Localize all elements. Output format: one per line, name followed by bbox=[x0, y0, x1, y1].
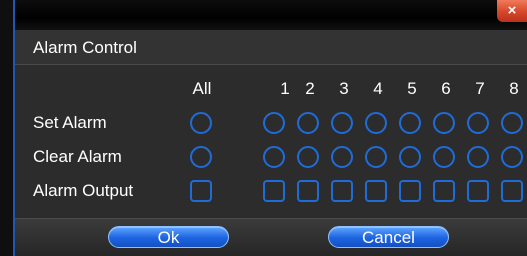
alarm-output-all-checkbox[interactable] bbox=[190, 180, 212, 202]
set-alarm-ch7-radio[interactable] bbox=[467, 112, 489, 134]
clear-alarm-ch2-radio[interactable] bbox=[297, 146, 319, 168]
alarm-output-ch7-checkbox[interactable] bbox=[467, 180, 489, 202]
clear-alarm-ch1-radio[interactable] bbox=[263, 146, 285, 168]
column-header-all: All bbox=[192, 79, 212, 98]
clear-alarm-ch5-radio[interactable] bbox=[399, 146, 421, 168]
clear-alarm-ch6-radio[interactable] bbox=[433, 146, 455, 168]
background-window-edge bbox=[0, 0, 15, 256]
alarm-grid: All 1 2 3 4 5 6 7 8 Set Alarm Clear Alar… bbox=[15, 65, 527, 219]
column-header-6: 6 bbox=[441, 79, 451, 98]
row-label-set-alarm: Set Alarm bbox=[33, 113, 107, 132]
set-alarm-all-radio[interactable] bbox=[190, 112, 212, 134]
clear-alarm-ch3-radio[interactable] bbox=[331, 146, 353, 168]
row-label-clear-alarm: Clear Alarm bbox=[33, 147, 122, 166]
alarm-output-ch3-checkbox[interactable] bbox=[331, 180, 353, 202]
clear-alarm-ch7-radio[interactable] bbox=[467, 146, 489, 168]
dialog-header: Alarm Control bbox=[15, 30, 527, 65]
close-button[interactable]: × bbox=[497, 0, 527, 22]
alarm-output-ch2-checkbox[interactable] bbox=[297, 180, 319, 202]
cancel-button[interactable]: Cancel bbox=[328, 226, 449, 248]
ok-button[interactable]: Ok bbox=[108, 226, 229, 248]
column-header-3: 3 bbox=[339, 79, 349, 98]
column-header-4: 4 bbox=[373, 79, 383, 98]
set-alarm-ch5-radio[interactable] bbox=[399, 112, 421, 134]
set-alarm-ch2-radio[interactable] bbox=[297, 112, 319, 134]
row-label-alarm-output: Alarm Output bbox=[33, 181, 134, 200]
set-alarm-ch6-radio[interactable] bbox=[433, 112, 455, 134]
set-alarm-ch4-radio[interactable] bbox=[365, 112, 387, 134]
clear-alarm-ch4-radio[interactable] bbox=[365, 146, 387, 168]
alarm-output-ch8-checkbox[interactable] bbox=[501, 180, 523, 202]
alarm-output-ch6-checkbox[interactable] bbox=[433, 180, 455, 202]
clear-alarm-ch8-radio[interactable] bbox=[501, 146, 523, 168]
close-icon: × bbox=[507, 2, 517, 19]
column-header-8: 8 bbox=[509, 79, 519, 98]
alarm-output-ch4-checkbox[interactable] bbox=[365, 180, 387, 202]
column-header-2: 2 bbox=[305, 79, 315, 98]
column-header-1: 1 bbox=[280, 79, 290, 98]
alarm-output-ch1-checkbox[interactable] bbox=[263, 180, 285, 202]
alarm-control-dialog: × Alarm Control All 1 2 3 4 5 6 7 8 Set … bbox=[15, 0, 527, 256]
dialog-titlebar: × bbox=[15, 0, 527, 31]
alarm-output-ch5-checkbox[interactable] bbox=[399, 180, 421, 202]
column-header-7: 7 bbox=[475, 79, 485, 98]
set-alarm-ch3-radio[interactable] bbox=[331, 112, 353, 134]
set-alarm-ch1-radio[interactable] bbox=[263, 112, 285, 134]
column-header-5: 5 bbox=[407, 79, 417, 98]
set-alarm-ch8-radio[interactable] bbox=[501, 112, 523, 134]
dialog-title: Alarm Control bbox=[33, 38, 137, 57]
clear-alarm-all-radio[interactable] bbox=[190, 146, 212, 168]
dialog-footer: Ok Cancel bbox=[15, 218, 527, 256]
